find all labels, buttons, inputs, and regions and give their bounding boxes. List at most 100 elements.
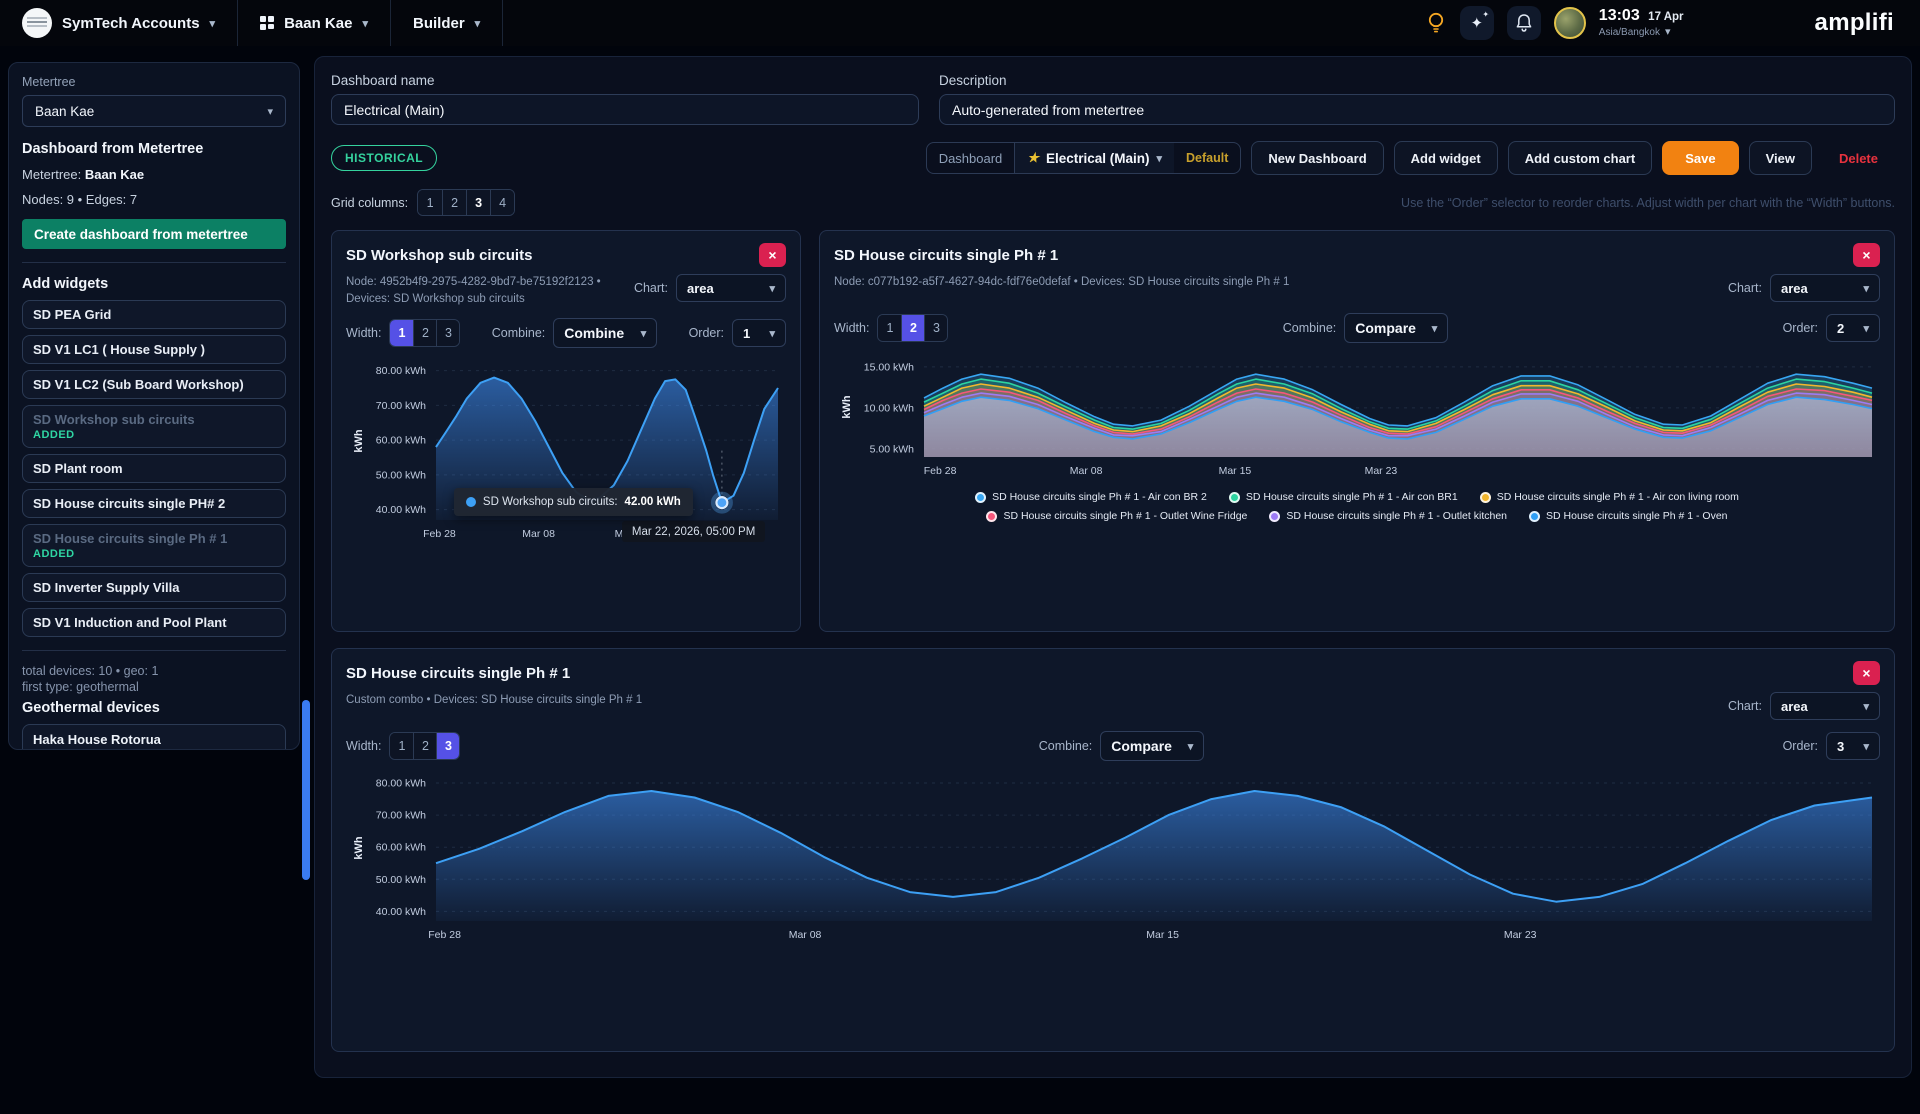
delete-button[interactable]: Delete	[1822, 141, 1895, 175]
totals-line: total devices: 10 • geo: 1	[22, 664, 286, 678]
description-label: Description	[939, 73, 1895, 88]
tooltip-dot-icon	[466, 497, 476, 507]
legend-item[interactable]: SD House circuits single Ph # 1 - Air co…	[1480, 491, 1739, 503]
close-icon[interactable]: ×	[1853, 661, 1880, 685]
legend-dot-icon	[986, 511, 997, 522]
sidebar-divider	[22, 650, 286, 651]
width-option-2[interactable]: 2	[413, 733, 436, 759]
charts-grid: SD Workshop sub circuits × Node: 4952b4f…	[331, 230, 1895, 1052]
amplifi-logo: amplifi	[1815, 9, 1894, 37]
clock-time: 13:03	[1599, 7, 1640, 24]
width-segmented: 123	[389, 732, 460, 760]
sidebar-section-title: Dashboard from Metertree	[22, 141, 286, 157]
combine-select[interactable]: Compare▾	[1344, 313, 1448, 343]
legend-item[interactable]: SD House circuits single Ph # 1 - Air co…	[975, 491, 1207, 503]
legend-item[interactable]: SD House circuits single Ph # 1 - Oven	[1529, 510, 1728, 522]
chart-type-select[interactable]: area▾	[1770, 274, 1880, 302]
order-select[interactable]: 2▾	[1826, 314, 1880, 342]
close-icon[interactable]: ×	[759, 243, 786, 267]
grid-columns-option-1[interactable]: 1	[418, 190, 442, 215]
width-option-3[interactable]: 3	[924, 315, 947, 341]
clock-widget[interactable]: 13:03 17 Apr Asia/Bangkok ▾	[1599, 6, 1684, 40]
description-field-group: Description	[939, 73, 1895, 125]
sparkles-button[interactable]: ✦	[1460, 6, 1494, 40]
chart-type-label: Chart:	[1728, 699, 1762, 713]
combine-select[interactable]: Compare▾	[1100, 731, 1204, 761]
highlighted-point	[716, 497, 727, 508]
order-hint-text: Use the “Order” selector to reorder char…	[1401, 196, 1895, 210]
legend-item[interactable]: SD House circuits single Ph # 1 - Outlet…	[986, 510, 1247, 522]
chart-panel-house-2: SD House circuits single Ph # 1 × Custom…	[331, 648, 1895, 1052]
svg-text:kWh: kWh	[841, 395, 853, 419]
chart-title: SD Workshop sub circuits	[346, 247, 532, 264]
metertree-select[interactable]: Baan Kae ▾	[22, 95, 286, 127]
width-label: Width:	[346, 326, 381, 340]
clock-date: 17 Apr	[1648, 11, 1683, 23]
grid-icon	[260, 16, 274, 30]
grid-columns-label: Grid columns:	[331, 196, 408, 210]
widget-item[interactable]: SD V1 LC1 ( House Supply )	[22, 335, 286, 364]
close-icon[interactable]: ×	[1853, 243, 1880, 267]
dashboard-selector[interactable]: ★ Electrical (Main) ▾	[1014, 143, 1174, 173]
grid-columns-option-2[interactable]: 2	[442, 190, 466, 215]
widget-item[interactable]: SD House circuits single PH# 2	[22, 489, 286, 518]
widget-item[interactable]: SD PEA Grid	[22, 300, 286, 329]
site-menu[interactable]: Baan Kae ▾	[238, 0, 390, 46]
width-option-2[interactable]: 2	[413, 320, 436, 346]
width-option-1[interactable]: 1	[878, 315, 901, 341]
svg-text:Mar 08: Mar 08	[522, 528, 555, 540]
chart-type-select[interactable]: area▾	[676, 274, 786, 302]
widget-item[interactable]: SD V1 Induction and Pool Plant	[22, 608, 286, 637]
geothermal-device-item[interactable]: Haka House Rotorua 6952aaae23e9166c5910c…	[22, 724, 286, 750]
combine-select[interactable]: Combine▾	[553, 318, 657, 348]
dashboard-selector-group: Dashboard ★ Electrical (Main) ▾ Default	[926, 142, 1242, 174]
area-chart-house-compare[interactable]: 5.00 kWh10.00 kWh15.00 kWhkWhFeb 28Mar 0…	[834, 349, 1880, 481]
order-label: Order:	[1783, 321, 1818, 335]
user-avatar[interactable]	[1554, 7, 1586, 39]
bell-icon	[1515, 13, 1533, 33]
width-option-3[interactable]: 3	[436, 320, 459, 346]
order-select[interactable]: 1▾	[732, 319, 786, 347]
chart-type-select[interactable]: area▾	[1770, 692, 1880, 720]
lightbulb-icon[interactable]	[1425, 10, 1447, 36]
view-button[interactable]: View	[1749, 141, 1812, 175]
svg-text:50.00 kWh: 50.00 kWh	[376, 470, 426, 482]
svg-text:50.00 kWh: 50.00 kWh	[376, 874, 426, 886]
chart-title: SD House circuits single Ph # 1	[834, 247, 1058, 264]
sidebar-scrollbar-thumb[interactable]	[302, 700, 310, 880]
notifications-button[interactable]	[1507, 6, 1541, 40]
account-menu[interactable]: SymTech Accounts ▾	[0, 0, 237, 46]
area-chart-house-full[interactable]: 40.00 kWh50.00 kWh60.00 kWh70.00 kWh80.0…	[346, 767, 1880, 945]
area-chart-workshop[interactable]: 40.00 kWh50.00 kWh60.00 kWh70.00 kWh80.0…	[346, 354, 786, 544]
add-custom-chart-button[interactable]: Add custom chart	[1508, 141, 1653, 175]
dashboard-name-input[interactable]	[331, 94, 919, 125]
legend-item[interactable]: SD House circuits single Ph # 1 - Air co…	[1229, 491, 1458, 503]
width-option-1[interactable]: 1	[390, 733, 413, 759]
grid-columns-option-3[interactable]: 3	[466, 190, 490, 215]
width-option-2[interactable]: 2	[901, 315, 924, 341]
grid-columns-option-4[interactable]: 4	[490, 190, 514, 215]
svg-text:Mar 23: Mar 23	[1365, 465, 1398, 477]
widget-item[interactable]: SD Plant room	[22, 454, 286, 483]
widget-item[interactable]: SD V1 LC2 (Sub Board Workshop)	[22, 370, 286, 399]
legend-item[interactable]: SD House circuits single Ph # 1 - Outlet…	[1269, 510, 1507, 522]
device-id: 6952aaae23e9166c5910c8c8	[33, 749, 275, 750]
new-dashboard-button[interactable]: New Dashboard	[1251, 141, 1383, 175]
builder-menu[interactable]: Builder ▾	[391, 0, 502, 46]
width-option-1[interactable]: 1	[390, 320, 413, 346]
width-option-3[interactable]: 3	[436, 733, 459, 759]
save-button[interactable]: Save	[1662, 141, 1738, 175]
dashboard-toolbar: Dashboard ★ Electrical (Main) ▾ Default …	[926, 141, 1895, 175]
widget-item[interactable]: SD Inverter Supply Villa	[22, 573, 286, 602]
add-widget-button[interactable]: Add widget	[1394, 141, 1498, 175]
width-label: Width:	[346, 739, 381, 753]
order-select[interactable]: 3▾	[1826, 732, 1880, 760]
company-logo-icon	[22, 8, 52, 38]
sidebar-divider	[22, 262, 286, 263]
timezone-label: Asia/Bangkok	[1599, 27, 1660, 40]
svg-text:Feb 28: Feb 28	[428, 929, 461, 941]
create-dashboard-button[interactable]: Create dashboard from metertree	[22, 219, 286, 249]
svg-text:Mar 23: Mar 23	[1504, 929, 1537, 941]
description-input[interactable]	[939, 94, 1895, 125]
chart-meta: Custom combo • Devices: SD House circuit…	[346, 692, 1714, 709]
